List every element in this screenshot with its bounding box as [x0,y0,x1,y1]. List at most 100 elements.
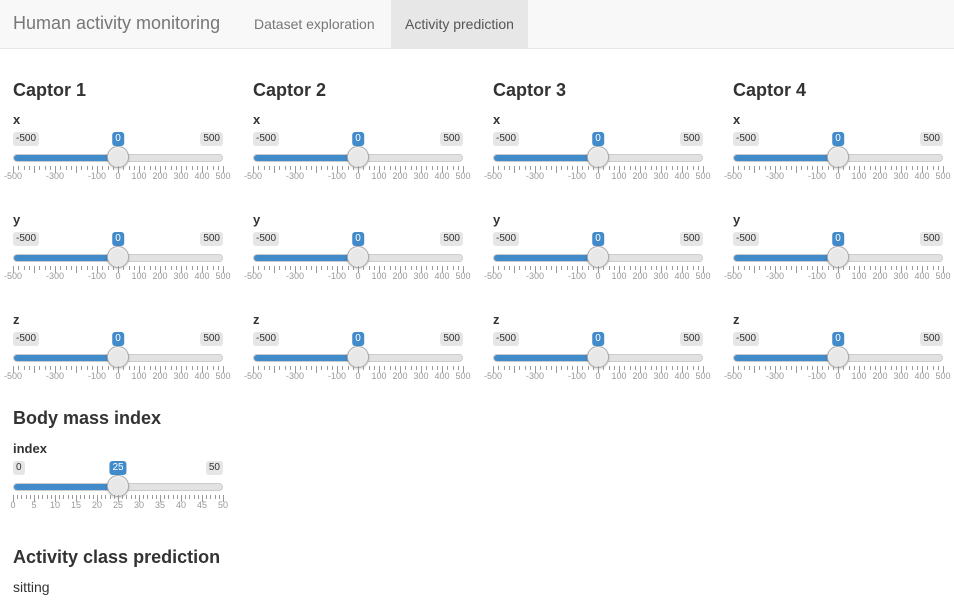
slider-max-badge: 500 [680,332,703,346]
minor-tick [587,166,589,170]
slider-handle[interactable] [587,146,609,168]
minor-tick [305,266,307,270]
minor-tick [864,366,866,370]
minor-tick [207,266,209,270]
tick-label: 500 [215,371,231,381]
slider-handle[interactable] [107,475,129,497]
minor-tick [738,166,740,170]
minor-tick [524,366,526,370]
tick-label: 200 [392,371,408,381]
slider-handle[interactable] [107,146,129,168]
minor-tick [582,366,584,370]
slider-label: y [13,212,21,227]
minor-tick [151,495,153,499]
minor-tick [697,166,699,170]
minor-tick [107,366,109,370]
tab-activity-prediction[interactable]: Activity prediction [391,0,528,48]
app-brand[interactable]: Human activity monitoring [13,13,220,34]
minor-tick [80,495,82,499]
slider-handle[interactable] [107,346,129,368]
minor-tick [832,366,834,370]
minor-tick [697,266,699,270]
minor-tick [671,366,673,370]
minor-tick [764,366,766,370]
slider-group: y -500 500 0 -500 -300 -100 0 100 200 300 400 500 [484,212,711,302]
minor-tick [503,166,505,170]
minor-tick [666,366,668,370]
bmi-title: Body mass index [13,408,162,428]
tick-label: 300 [173,371,189,381]
slider-value-badge: 0 [112,132,124,146]
tick-label: 400 [194,371,210,381]
minor-tick [853,266,855,270]
slider-value-badge: 0 [592,332,604,346]
tick-label: 400 [434,371,450,381]
minor-tick [447,166,449,170]
minor-tick [415,266,417,270]
minor-tick [582,266,584,270]
minor-tick [613,166,615,170]
minor-tick [676,166,678,170]
slider-handle[interactable] [347,346,369,368]
tick-label: 0 [835,171,841,181]
slider-handle[interactable] [587,246,609,268]
minor-tick [655,366,657,370]
minor-tick [748,166,750,170]
slider-value-badge: 0 [352,132,364,146]
tick-label: 100 [371,371,387,381]
slider-min-badge: -500 [253,232,280,246]
slider-handle[interactable] [347,146,369,168]
minor-tick [170,366,172,370]
minor-tick [39,366,41,370]
minor-tick [738,366,740,370]
slider-max-badge: 500 [200,332,223,346]
minor-tick [39,166,41,170]
minor-tick [44,166,46,170]
slider-handle[interactable] [827,246,849,268]
slider-label: z [733,312,740,327]
minor-tick [790,266,792,270]
major-tick [316,266,317,273]
minor-tick [112,366,114,370]
minor-tick [86,266,88,270]
minor-tick [122,495,124,499]
minor-tick [405,166,407,170]
minor-tick [91,166,93,170]
minor-tick [305,366,307,370]
minor-tick [650,166,652,170]
minor-tick [28,366,30,370]
major-tick [514,366,515,373]
major-tick [34,266,35,273]
slider-handle[interactable] [587,346,609,368]
minor-tick [17,495,19,499]
tab-dataset-exploration[interactable]: Dataset exploration [240,0,389,48]
minor-tick [624,166,626,170]
slider-handle[interactable] [827,346,849,368]
minor-tick [331,166,333,170]
minor-tick [650,266,652,270]
tick-label: 300 [653,271,669,281]
major-tick [316,166,317,173]
minor-tick [927,166,929,170]
minor-tick [937,266,939,270]
major-tick [514,166,515,173]
slider-fill [494,155,598,161]
minor-tick [545,266,547,270]
minor-tick [63,495,65,499]
slider-handle[interactable] [107,246,129,268]
major-tick [754,266,755,273]
minor-tick [212,266,214,270]
slider-label: z [13,312,20,327]
slider-handle[interactable] [827,146,849,168]
minor-tick [890,166,892,170]
minor-tick [207,166,209,170]
minor-tick [634,166,636,170]
minor-tick [811,366,813,370]
minor-tick [806,366,808,370]
minor-tick [112,266,114,270]
minor-tick [405,366,407,370]
slider-handle[interactable] [347,246,369,268]
prediction-title: Activity class prediction [13,547,221,567]
minor-tick [212,366,214,370]
minor-tick [550,366,552,370]
